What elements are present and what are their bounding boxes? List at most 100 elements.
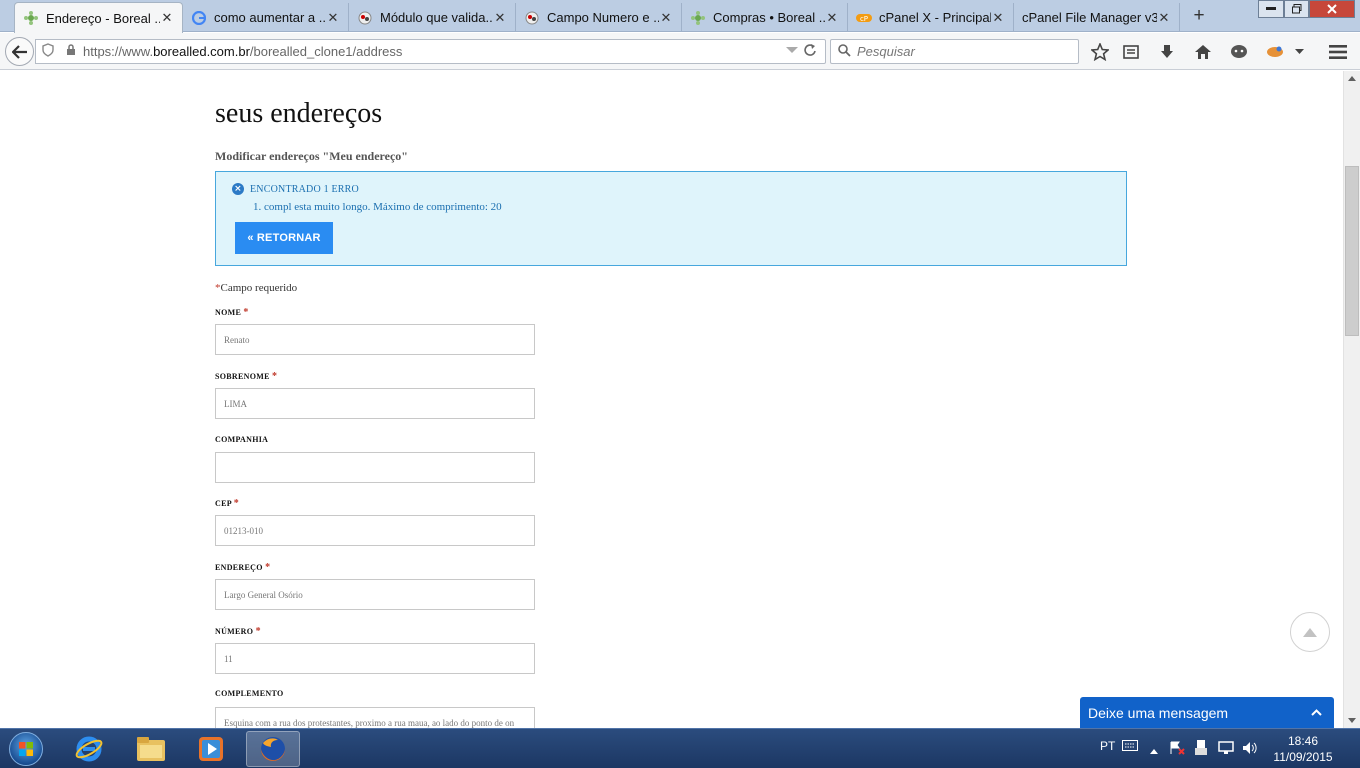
error-icon: ×: [232, 183, 244, 195]
nome-input[interactable]: Renato: [215, 324, 535, 355]
required-asterisk: *: [272, 371, 278, 382]
complemento-input[interactable]: Esquina com a rua dos protestantes, prox…: [215, 707, 535, 728]
forum-icon: [524, 10, 540, 26]
numero-input[interactable]: 11: [215, 643, 535, 674]
close-tab-icon[interactable]: ✕: [1157, 10, 1171, 26]
required-asterisk: *: [233, 498, 240, 509]
tab-title: cPanel File Manager v3: [1022, 10, 1157, 25]
tab-google[interactable]: como aumentar a ... ✕: [183, 3, 349, 32]
window-close-button[interactable]: [1309, 0, 1355, 18]
browser-tab-strip: Endereço - Boreal ... ✕ como aumentar a …: [0, 0, 1360, 33]
tab-compras[interactable]: Compras • Boreal ... ✕: [682, 3, 848, 32]
scroll-up-arrow-icon[interactable]: [1348, 74, 1356, 83]
file-explorer-icon[interactable]: [124, 731, 178, 767]
tab-title: cPanel X - Principal: [879, 10, 991, 25]
chat-widget[interactable]: Deixe uma mensagem: [1080, 697, 1334, 728]
tab-cpanel[interactable]: cP cPanel X - Principal ✕: [848, 3, 1014, 32]
leaf-icon: [690, 10, 706, 26]
chevron-down-icon[interactable]: [1291, 41, 1307, 63]
system-clock[interactable]: 18:46 11/09/2015: [1268, 733, 1338, 765]
tab-file-manager[interactable]: cPanel File Manager v3 ✕: [1014, 3, 1180, 32]
address-bar[interactable]: https://www.borealled.com.br/borealled_c…: [35, 39, 826, 64]
tab-campo-numero[interactable]: Campo Numero e ... ✕: [516, 3, 682, 32]
start-button[interactable]: [6, 730, 46, 768]
svg-text:cP: cP: [860, 15, 868, 23]
action-center-icon[interactable]: [1170, 741, 1185, 758]
companhia-label: COMPANHIA: [215, 435, 268, 444]
close-tab-icon[interactable]: ✕: [326, 10, 340, 26]
cpanel-icon: cP: [856, 10, 872, 26]
page-title: seus endereços: [215, 98, 383, 129]
numero-label: NÚMERO *: [215, 626, 261, 637]
nome-label-text: NOME: [215, 308, 242, 317]
url-actions: [784, 43, 818, 60]
endereco-input[interactable]: Largo General Osório: [215, 579, 535, 610]
close-tab-icon[interactable]: ✕: [659, 10, 673, 26]
dropdown-icon: [786, 47, 798, 53]
back-button[interactable]: [5, 37, 34, 66]
tab-modulo[interactable]: Módulo que valida... ✕: [349, 3, 516, 32]
complemento-label: COMPLEMENTO: [215, 689, 284, 698]
cep-label-text: CEP: [215, 499, 232, 508]
url-domain: borealled.com.br: [153, 44, 250, 59]
companhia-input[interactable]: [215, 452, 535, 483]
url-path: /borealled_clone1/address: [249, 44, 403, 59]
network-icon[interactable]: [1218, 741, 1234, 758]
keyboard-icon[interactable]: [1122, 740, 1138, 754]
search-bar[interactable]: Pesquisar: [830, 39, 1079, 64]
extension-icon[interactable]: [1264, 41, 1286, 63]
tab-title: Endereço - Boreal ...: [46, 10, 160, 26]
error-heading: × ENCONTRADO 1 ERRO: [232, 183, 359, 195]
required-asterisk: *: [243, 307, 249, 318]
chat-bubble-icon[interactable]: [1228, 41, 1250, 63]
firefox-icon[interactable]: [246, 731, 300, 767]
search-icon: [838, 43, 851, 60]
close-tab-icon[interactable]: ✕: [991, 10, 1005, 26]
download-icon[interactable]: [1156, 41, 1178, 63]
media-player-icon[interactable]: [184, 731, 238, 767]
close-tab-icon[interactable]: ✕: [825, 10, 839, 26]
page-subtitle: Modificar endereços "Meu endereço": [215, 149, 408, 163]
complemento-label-text: COMPLEMENTO: [215, 689, 284, 698]
tab-title: Campo Numero e ...: [547, 10, 659, 25]
scrollbar-thumb[interactable]: [1345, 166, 1359, 336]
sobrenome-label: SOBRENOME *: [215, 371, 277, 382]
close-tab-icon[interactable]: ✕: [160, 10, 174, 26]
windows-taskbar: PT 18:46 11/09/2015: [0, 728, 1360, 768]
url-text: https://www.borealled.com.br/borealled_c…: [83, 44, 402, 59]
chevron-up-icon[interactable]: [1311, 705, 1322, 719]
new-tab-button[interactable]: +: [1188, 4, 1210, 28]
internet-explorer-icon[interactable]: [62, 731, 116, 767]
clock-date: 11/09/2015: [1273, 750, 1333, 764]
page-scrollbar[interactable]: [1343, 71, 1360, 728]
sobrenome-input[interactable]: LIMA: [215, 388, 535, 419]
scroll-down-arrow-icon[interactable]: [1348, 716, 1356, 725]
minimize-button[interactable]: [1258, 0, 1284, 18]
close-tab-icon[interactable]: ✕: [493, 10, 507, 26]
tab-endereco[interactable]: Endereço - Boreal ... ✕: [14, 2, 183, 33]
show-hidden-icons[interactable]: [1150, 743, 1158, 757]
search-placeholder: Pesquisar: [857, 44, 915, 59]
cep-label: CEP *: [215, 498, 239, 509]
leaf-icon: [23, 10, 39, 26]
language-indicator[interactable]: PT: [1100, 739, 1115, 753]
usb-device-icon[interactable]: [1195, 740, 1207, 758]
page-viewport: seus endereços Modificar endereços "Meu …: [0, 71, 1343, 728]
endereco-label: ENDEREÇO *: [215, 562, 270, 573]
arrow-left-icon: [11, 44, 27, 59]
required-note-text: Campo requerido: [220, 282, 298, 294]
return-button[interactable]: « RETORNAR: [235, 222, 333, 254]
menu-icon[interactable]: [1327, 41, 1349, 63]
bookmark-star-icon[interactable]: [1089, 41, 1111, 63]
scroll-to-top-button[interactable]: [1290, 612, 1330, 652]
reading-list-icon[interactable]: [1120, 41, 1142, 63]
restore-button[interactable]: [1284, 0, 1309, 18]
error-heading-text: ENCONTRADO 1 ERRO: [250, 183, 359, 195]
sobrenome-label-text: SOBRENOME: [215, 372, 270, 381]
home-icon[interactable]: [1192, 41, 1214, 63]
error-alert: × ENCONTRADO 1 ERRO 1. compl esta muito …: [215, 171, 1127, 266]
cep-input[interactable]: 01213-010: [215, 515, 535, 546]
volume-icon[interactable]: [1242, 741, 1258, 758]
nome-label: NOME *: [215, 307, 249, 318]
triangle-up-icon: [1303, 627, 1317, 637]
